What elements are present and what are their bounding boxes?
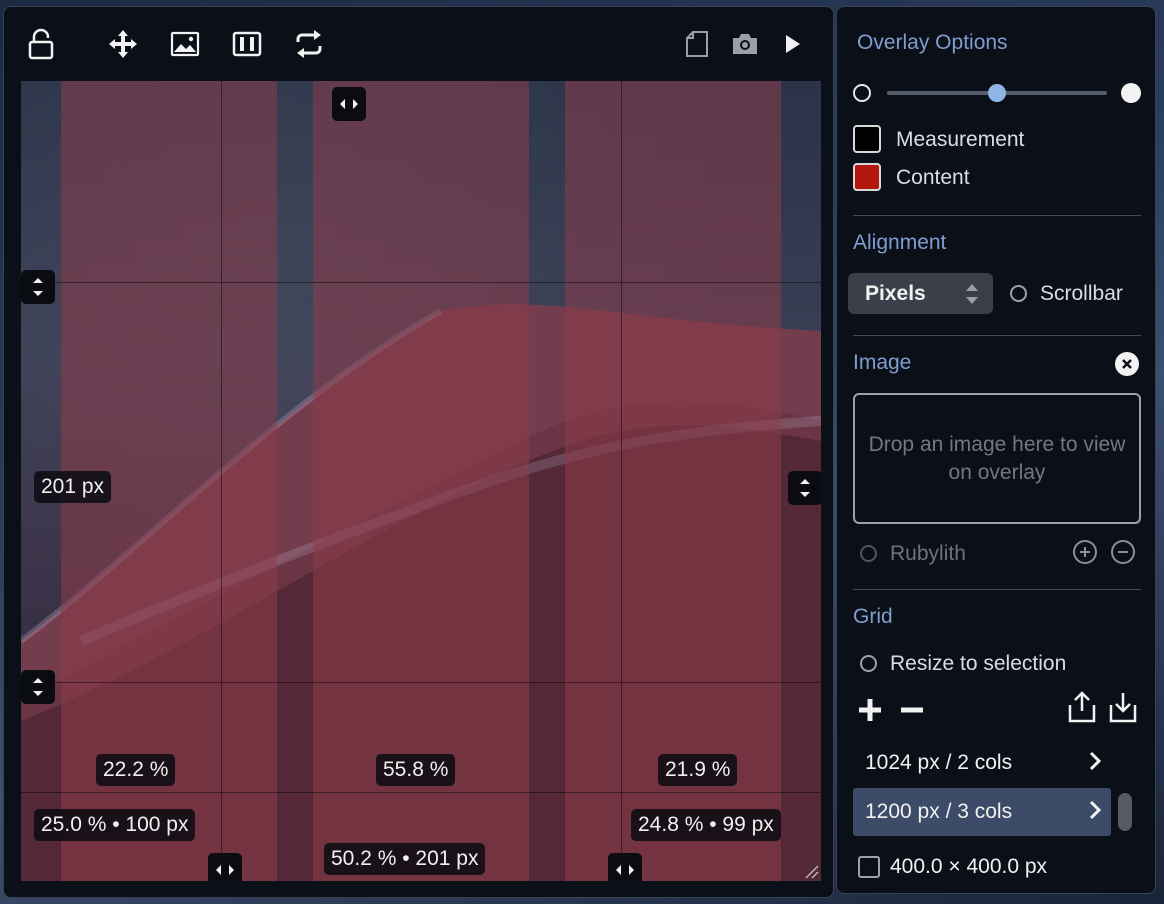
divider <box>853 335 1141 336</box>
column-guide <box>221 81 222 881</box>
zoom-out-icon[interactable] <box>1111 540 1135 564</box>
camera-icon[interactable] <box>728 27 762 61</box>
drop-zone-text: Drop an image here to view on overlay <box>868 432 1126 484</box>
column-1-percent-label: 22.2 % <box>96 754 176 786</box>
measurement-color-label: Measurement <box>896 128 1025 151</box>
divider <box>853 215 1141 216</box>
lock-icon[interactable] <box>24 27 58 61</box>
vertical-resize-handle[interactable] <box>21 270 55 304</box>
left-margin-label: 25.0 % • 100 px <box>34 809 196 841</box>
overlay-options-panel: Overlay Options Measurement Content Alig… <box>836 6 1156 894</box>
vertical-resize-handle[interactable] <box>788 471 821 505</box>
scrollbar-label: Scrollbar <box>1040 282 1123 305</box>
image-title: Image <box>853 351 912 374</box>
alignment-mode-popup[interactable]: Pixels <box>848 273 993 314</box>
grid-preset-item[interactable]: 1200 px / 3 cols <box>853 788 1111 836</box>
popup-arrows-icon <box>966 284 978 304</box>
panel-title: Overlay Options <box>857 31 1008 54</box>
chevron-right-icon <box>1089 751 1101 771</box>
row-guide <box>21 792 821 793</box>
window-resize-grip[interactable] <box>803 863 819 879</box>
resize-to-selection-label: Resize to selection <box>890 652 1067 675</box>
alignment-title: Alignment <box>853 231 947 254</box>
opacity-min-icon <box>853 84 871 102</box>
rubylith-radio[interactable] <box>860 545 877 562</box>
resize-to-selection-radio[interactable] <box>860 655 877 672</box>
grid-size-checkbox[interactable] <box>858 856 880 878</box>
measurement-color-swatch[interactable] <box>853 125 881 153</box>
horizontal-resize-handle[interactable] <box>208 853 242 881</box>
zoom-in-icon[interactable] <box>1073 540 1097 564</box>
column-3-percent-label: 21.9 % <box>658 754 738 786</box>
rubylith-label: Rubylith <box>890 542 966 565</box>
clear-image-icon[interactable] <box>1115 352 1139 376</box>
divider <box>853 589 1141 590</box>
document-icon[interactable] <box>680 27 714 61</box>
image-icon[interactable] <box>168 27 202 61</box>
content-color-label: Content <box>896 166 970 189</box>
row-guide <box>21 682 821 683</box>
overlay-canvas: 201 px 22.2 % 55.8 % 21.9 % 25.0 % • 100… <box>21 81 821 881</box>
content-color-swatch[interactable] <box>853 163 881 191</box>
opacity-slider[interactable] <box>887 84 1107 102</box>
image-drop-zone[interactable]: Drop an image here to view on overlay <box>853 393 1141 524</box>
grid-list-scrollbar[interactable] <box>1118 793 1132 831</box>
opacity-slider-knob[interactable] <box>988 84 1006 102</box>
opacity-max-icon <box>1121 83 1141 103</box>
grid-size-label: 400.0 × 400.0 px <box>890 855 1048 878</box>
grid-preset-label: 1024 px / 2 cols <box>865 751 1013 774</box>
grid-preset-label: 1200 px / 3 cols <box>865 800 1013 823</box>
grid-title: Grid <box>853 605 893 628</box>
import-grid-icon[interactable] <box>1108 691 1138 728</box>
column-guide <box>621 81 622 881</box>
scrollbar-radio[interactable] <box>1010 285 1027 302</box>
center-span-label: 50.2 % • 201 px <box>324 843 486 875</box>
alignment-mode-value: Pixels <box>865 281 926 305</box>
export-grid-icon[interactable] <box>1067 691 1097 728</box>
add-grid-icon[interactable] <box>857 697 883 728</box>
column-2-percent-label: 55.8 % <box>376 754 456 786</box>
horizontal-resize-handle[interactable] <box>332 87 366 121</box>
chevron-right-icon <box>1089 800 1101 820</box>
grid-preset-item[interactable]: 1024 px / 2 cols <box>853 739 1111 787</box>
swap-icon[interactable] <box>292 27 326 61</box>
row-guide <box>21 282 821 283</box>
overlay-window: 201 px 22.2 % 55.8 % 21.9 % 25.0 % • 100… <box>3 6 834 898</box>
play-icon[interactable] <box>776 27 810 61</box>
vertical-resize-handle[interactable] <box>21 670 55 704</box>
right-margin-label: 24.8 % • 99 px <box>631 809 781 841</box>
move-icon[interactable] <box>106 27 140 61</box>
horizontal-resize-handle[interactable] <box>608 853 642 881</box>
remove-grid-icon[interactable] <box>899 697 925 728</box>
row-height-label: 201 px <box>34 471 112 503</box>
columns-icon[interactable] <box>230 27 264 61</box>
